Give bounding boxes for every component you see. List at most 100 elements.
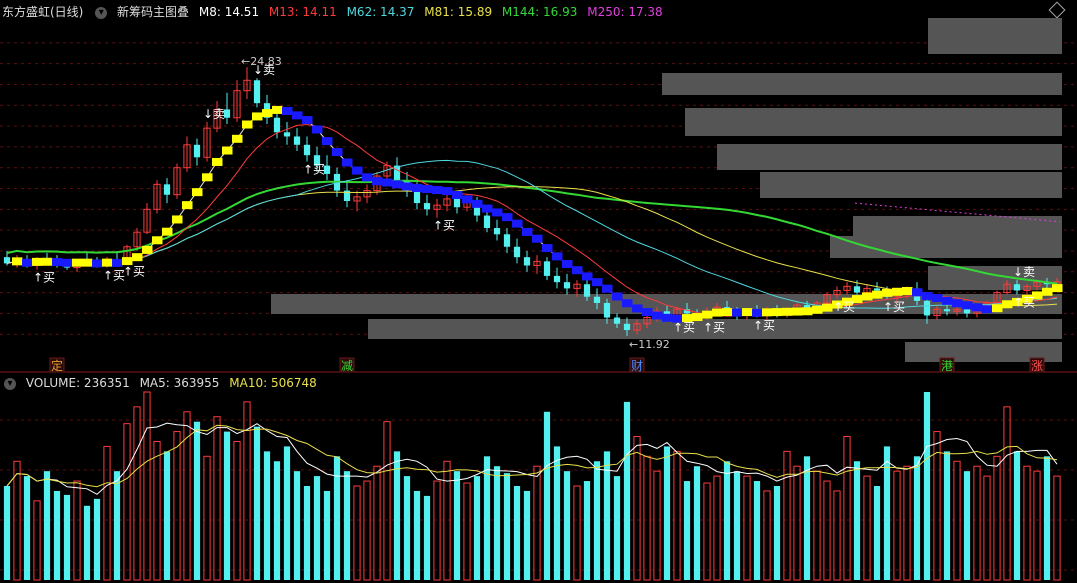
trend-band-block — [732, 308, 743, 317]
trend-band-block — [382, 178, 393, 187]
low-price-label: ←11.92 — [629, 338, 670, 351]
volume-bar — [273, 461, 281, 580]
trend-band-block — [492, 208, 503, 217]
volume-bar — [293, 471, 301, 580]
volume-bar — [213, 416, 221, 581]
volume-bar — [813, 470, 821, 581]
volume-bar — [693, 466, 701, 580]
trend-band-block — [422, 185, 433, 194]
volume-bar — [1043, 456, 1051, 580]
trend-band-block — [72, 258, 83, 267]
trend-band-block — [752, 308, 763, 317]
trend-band-block — [652, 311, 663, 320]
volume-bar — [33, 500, 41, 581]
candle-body — [193, 144, 201, 158]
buy-signal-label: ↑买 — [33, 271, 55, 285]
volume-bar — [313, 476, 321, 580]
volume-bar — [883, 446, 891, 580]
volume-bar — [783, 450, 791, 581]
trend-band-block — [32, 257, 43, 266]
volume-bar — [733, 471, 741, 580]
volume-bar — [353, 485, 361, 581]
volume-bar — [713, 475, 721, 581]
trend-band-block — [22, 258, 33, 267]
volume-bar — [493, 466, 501, 580]
trend-band-block — [812, 305, 823, 314]
volume-bar — [843, 436, 851, 581]
trend-band-block — [432, 186, 443, 195]
volume-bar — [943, 451, 951, 580]
volume-bar — [3, 486, 11, 580]
trend-band-block — [902, 287, 913, 296]
trend-band-block — [352, 166, 363, 175]
volume-bar — [1033, 470, 1041, 581]
candle-body — [543, 261, 551, 276]
chip-bar — [928, 266, 1062, 290]
event-marker-label: 财 — [631, 359, 643, 373]
candle-body — [583, 284, 591, 297]
trend-band-block — [742, 308, 753, 317]
trend-band-block — [502, 213, 513, 222]
trend-band-block — [462, 195, 473, 204]
volume-bar — [253, 426, 261, 580]
trend-band-block — [132, 253, 143, 262]
buy-signal-label: ↑买 — [673, 321, 695, 335]
trend-band-block — [482, 204, 493, 213]
candle-body — [253, 80, 261, 104]
trend-band-block — [562, 259, 573, 268]
trend-band-block — [992, 304, 1003, 313]
event-marker-label: 港 — [941, 359, 953, 373]
candle-body — [943, 309, 951, 312]
volume-bar — [233, 440, 241, 581]
volume-bar — [863, 475, 871, 581]
volume-bar — [993, 455, 1001, 581]
chip-bar — [717, 144, 1062, 170]
trend-band-block — [262, 109, 273, 118]
trend-band-block — [182, 201, 193, 210]
trend-band-block — [302, 116, 313, 125]
candle-body — [563, 282, 571, 289]
buy-signal-label: ↑买 — [103, 269, 125, 283]
candle-body — [613, 317, 621, 324]
chip-bar — [685, 108, 1062, 136]
candle-body — [1013, 284, 1021, 291]
trend-band-block — [772, 308, 783, 317]
volume-bar — [763, 490, 771, 581]
trend-band-block — [142, 245, 153, 254]
trend-band-block — [472, 199, 483, 208]
trend-band-block — [922, 291, 933, 300]
volume-bar — [343, 471, 351, 580]
event-marker-label: 定 — [51, 358, 63, 373]
volume-bar — [453, 471, 461, 580]
trend-band-block — [632, 304, 643, 313]
candle-body — [923, 300, 931, 316]
trend-band-block — [882, 288, 893, 297]
volume-bar — [833, 490, 841, 581]
volume-bar — [413, 490, 421, 580]
trend-band-block — [932, 294, 943, 303]
trend-band-block — [532, 234, 543, 243]
volume-bar — [13, 460, 21, 581]
stock-chart[interactable]: ←24.83←11.92↑买 ↑买↑买↑买↑买↑买 ↑买 ↑买↑买 ↑买 ↑买↓卖↓卖↓卖… — [0, 0, 1077, 583]
buy-signal-label: ↑买 — [433, 219, 455, 233]
trend-band-block — [942, 296, 953, 305]
trend-band-block — [362, 173, 373, 182]
sell-signal-label: ↓卖 — [1013, 265, 1035, 279]
volume-bar — [103, 445, 111, 581]
candle-body — [293, 136, 301, 145]
candle-body — [963, 309, 971, 314]
trend-band-block — [662, 313, 673, 322]
volume-bar — [513, 486, 521, 580]
trend-band-block — [172, 215, 183, 224]
trend-band-block — [162, 227, 173, 236]
volume-bar — [203, 455, 211, 581]
volume-bar — [173, 431, 181, 581]
volume-bar — [663, 446, 671, 580]
volume-bar — [153, 440, 161, 581]
volume-bar — [403, 476, 411, 580]
volume-bar — [743, 475, 751, 581]
trend-band-block — [42, 257, 53, 266]
trend-band-block — [292, 111, 303, 120]
trend-band-block — [892, 287, 903, 296]
volume-bar — [893, 470, 901, 581]
